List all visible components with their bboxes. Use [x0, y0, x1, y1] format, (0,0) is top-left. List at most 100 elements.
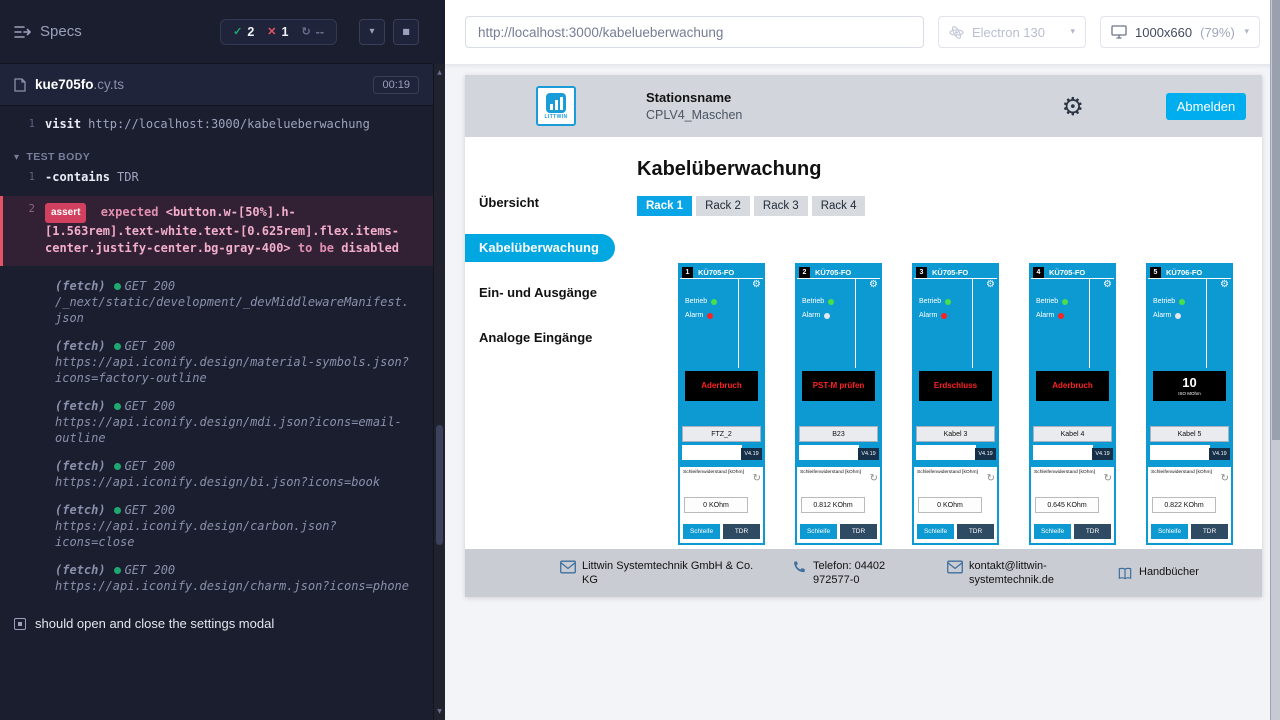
station-value: CPLV4_Maschen [646, 108, 742, 122]
fetch-log-entry[interactable]: (fetch)GET 200 https://api.iconify.desig… [55, 398, 409, 446]
chevron-down-icon: ▾ [14, 152, 19, 163]
card-settings-icon[interactable]: ⚙ [869, 280, 878, 290]
alarm-led [1058, 313, 1064, 319]
card-settings-icon[interactable]: ⚙ [1103, 280, 1112, 290]
assert-badge: assert [45, 203, 86, 223]
page-scrollbar[interactable] [1270, 0, 1280, 720]
nav-item-kabelueberwachung[interactable]: Kabelüberwachung [465, 234, 615, 262]
nav-item-uebersicht[interactable]: Übersicht [465, 189, 618, 217]
fetch-log-entry[interactable]: (fetch)GET 200 /_next/static/development… [55, 278, 409, 326]
refresh-icon[interactable]: ↻ [1104, 474, 1112, 484]
schleife-button[interactable]: Schleife [917, 524, 954, 539]
alarm-led [707, 313, 713, 319]
nav-item-ein-und-ausgaenge[interactable]: Ein- und Ausgänge [465, 279, 618, 307]
tab-rack-3[interactable]: Rack 3 [754, 196, 808, 216]
chevron-down-icon: ▾ [1070, 27, 1075, 37]
schleife-button[interactable]: Schleife [1151, 524, 1188, 539]
test-body-section[interactable]: ▾ TEST BODY [0, 147, 433, 167]
version-chip: V4.19 [1092, 448, 1113, 460]
settings-gear-icon[interactable]: ⚙ [1062, 94, 1084, 119]
fetch-log-entry[interactable]: (fetch)GET 200 https://api.iconify.desig… [55, 338, 409, 386]
status-display: PST-M prüfen [802, 371, 875, 401]
card-settings-icon[interactable]: ⚙ [752, 280, 761, 290]
tab-rack-4[interactable]: Rack 4 [812, 196, 866, 216]
resistance-value: 0.822 KOhm [1152, 497, 1216, 513]
card-settings-icon[interactable]: ⚙ [986, 280, 995, 290]
specs-toggle-button[interactable]: Specs [14, 23, 82, 40]
schleife-button[interactable]: Schleife [800, 524, 837, 539]
tdr-button[interactable]: TDR [1074, 524, 1111, 539]
fetch-log-entry[interactable]: (fetch)GET 200 https://api.iconify.desig… [55, 562, 409, 594]
aut-toolbar: Electron 130 ▾ 1000x660 (79%) ▾ [445, 0, 1280, 64]
footer-manuals-link[interactable]: Handbücher [1117, 565, 1199, 581]
app-body: Übersicht Kabelüberwachung Ein- und Ausg… [465, 137, 1262, 597]
refresh-icon[interactable]: ↻ [870, 474, 878, 484]
resistance-section: Schleifenwiderstand [kOhm] ↻ 0.645 KOhm … [1031, 467, 1114, 543]
betrieb-led [711, 299, 717, 305]
resistance-section: Schleifenwiderstand [kOhm] ↻ 0 KOhm Schl… [680, 467, 763, 543]
book-icon [1117, 566, 1133, 581]
collapse-tests-button[interactable]: ▾ [359, 19, 385, 45]
cable-label: B23 [799, 426, 878, 442]
electron-icon [949, 25, 964, 40]
footer-email: kontakt@littwin-systemtechnik.de [947, 559, 1083, 588]
betrieb-led [1179, 299, 1185, 305]
status-display: Erdschluss [919, 371, 992, 401]
browser-selector[interactable]: Electron 130 ▾ [938, 16, 1086, 48]
next-test-title[interactable]: should open and close the settings modal [0, 608, 433, 639]
viewport-selector[interactable]: 1000x660 (79%) ▾ [1100, 16, 1260, 48]
app-footer: Littwin Systemtechnik GmbH & Co. KG Tele… [465, 549, 1262, 597]
scrollbar-thumb[interactable] [1272, 0, 1280, 440]
tab-rack-1[interactable]: Rack 1 [637, 196, 692, 216]
scroll-up-icon[interactable]: ▲ [434, 69, 445, 76]
scrollbar-thumb[interactable] [436, 425, 443, 545]
tdr-button[interactable]: TDR [723, 524, 760, 539]
version-chip: V4.19 [1209, 448, 1230, 460]
logout-button[interactable]: Abmelden [1166, 93, 1246, 120]
fetch-log-entry[interactable]: (fetch)GET 200 https://api.iconify.desig… [55, 458, 409, 490]
ku-card-4: 4 KÜ705-FO ⚙ Betrieb Alarm Aderbruch Kab… [1029, 263, 1116, 545]
mail-icon [947, 560, 963, 574]
resistance-section: Schleifenwiderstand [kOhm] ↻ 0 KOhm Schl… [914, 467, 997, 543]
betrieb-led [945, 299, 951, 305]
url-input[interactable] [465, 16, 924, 48]
status-ok-dot [114, 343, 121, 350]
failed-assertion[interactable]: 2 assert expected <button.w-[50%].h-[1.5… [0, 196, 433, 266]
runner-scrollbar[interactable]: ▲ ▼ [433, 64, 445, 720]
refresh-icon[interactable]: ↻ [753, 474, 761, 484]
status-ok-dot [114, 507, 121, 514]
page-title: Kabelüberwachung [637, 158, 1262, 181]
refresh-icon[interactable]: ↻ [987, 474, 995, 484]
cypress-runner-panel: Specs ✓2 ✕1 ↻-- ▾ ■ kue705fo.cy.ts 00:19… [0, 0, 445, 720]
command-visit[interactable]: 1 visithttp://localhost:3000/kabelueberw… [0, 114, 433, 135]
nav-item-analoge-eingaenge[interactable]: Analoge Eingänge [465, 324, 618, 352]
scroll-down-icon[interactable]: ▼ [434, 708, 445, 715]
station-info: Stationsname CPLV4_Maschen [646, 90, 742, 122]
footer-phone: Telefon: 04402 972577-0 [792, 559, 913, 588]
version-chip: V4.19 [741, 448, 762, 460]
littwin-logo: LITTWIN [536, 86, 576, 126]
version-chip: V4.19 [858, 448, 879, 460]
schleife-button[interactable]: Schleife [1034, 524, 1071, 539]
test-icon [14, 618, 26, 630]
command-contains[interactable]: 1 -containsTDR [0, 167, 433, 188]
status-display: Aderbruch [1036, 371, 1109, 401]
viewport-icon [1111, 25, 1127, 39]
spec-filename[interactable]: kue705fo.cy.ts [35, 77, 124, 92]
status-ok-dot [114, 403, 121, 410]
card-settings-icon[interactable]: ⚙ [1220, 280, 1229, 290]
tdr-button[interactable]: TDR [1191, 524, 1228, 539]
tab-rack-2[interactable]: Rack 2 [696, 196, 750, 216]
app-nav: Übersicht Kabelüberwachung Ein- und Ausg… [465, 137, 618, 597]
cable-label: Kabel 3 [916, 426, 995, 442]
tdr-button[interactable]: TDR [840, 524, 877, 539]
resistance-section: Schleifenwiderstand [kOhm] ↻ 0.822 KOhm … [1148, 467, 1231, 543]
station-label: Stationsname [646, 90, 742, 105]
stop-button[interactable]: ■ [393, 19, 419, 45]
tdr-button[interactable]: TDR [957, 524, 994, 539]
refresh-icon[interactable]: ↻ [1221, 474, 1229, 484]
file-icon [14, 78, 26, 92]
fetch-log-entry[interactable]: (fetch)GET 200 https://api.iconify.desig… [55, 502, 409, 550]
cross-icon: ✕ [267, 25, 276, 38]
schleife-button[interactable]: Schleife [683, 524, 720, 539]
